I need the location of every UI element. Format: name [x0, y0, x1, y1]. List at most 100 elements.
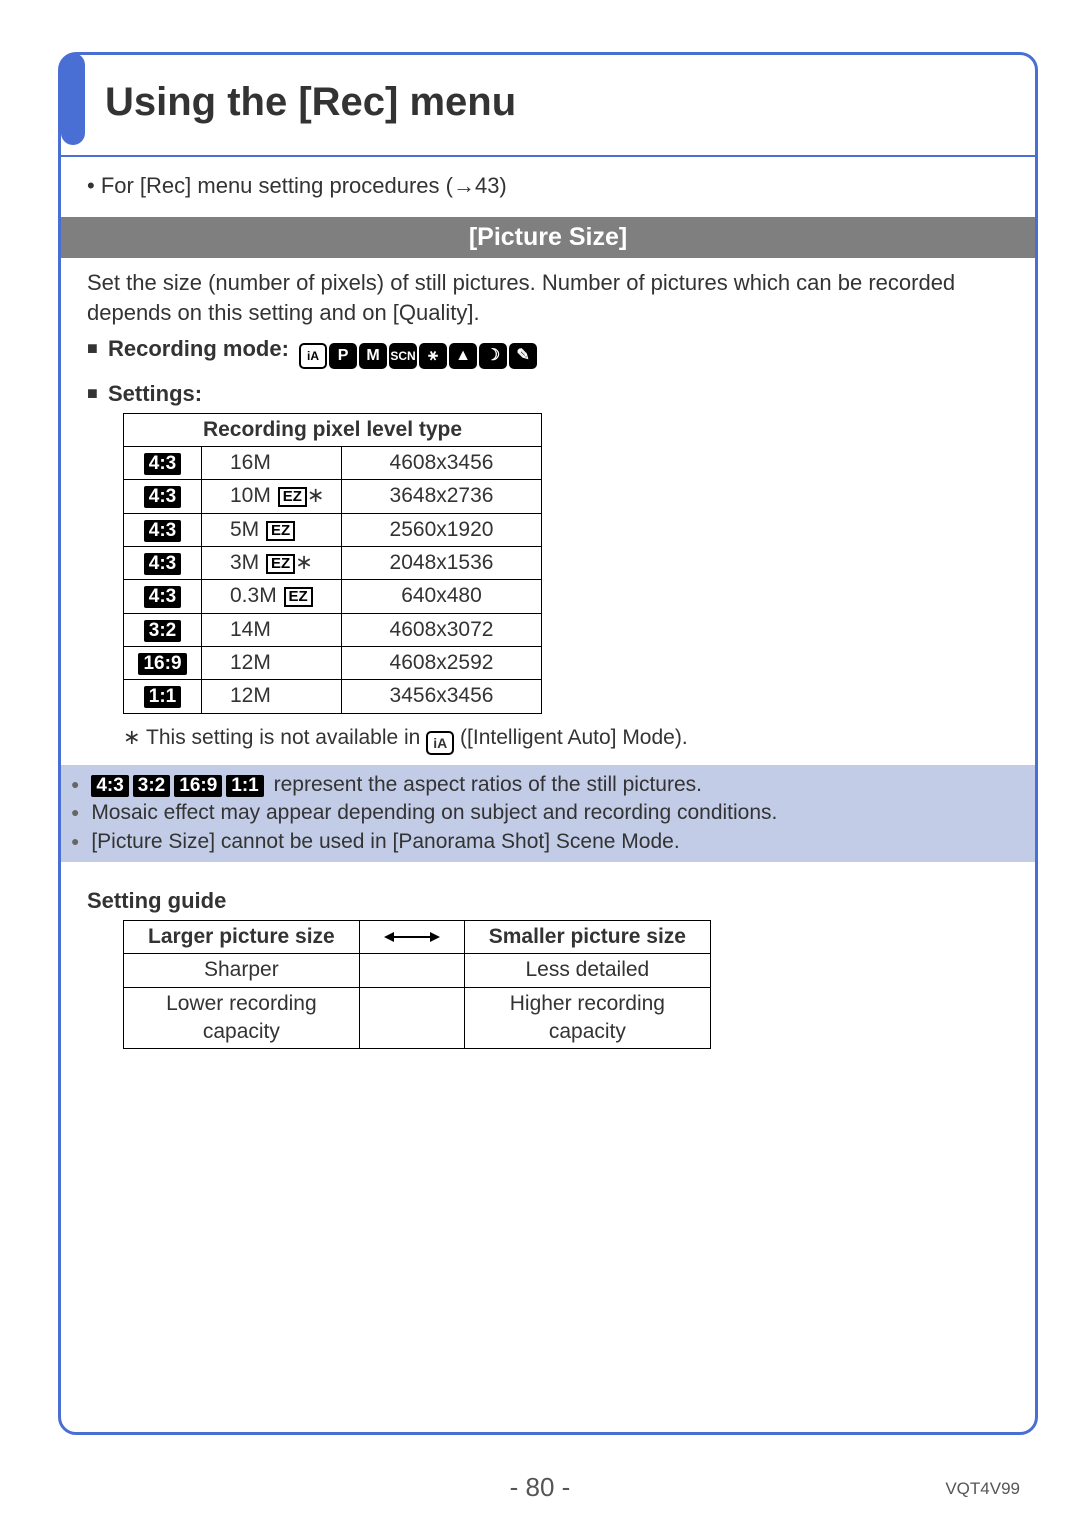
square-bullet-icon: ■ — [87, 383, 98, 403]
resolution-cell: 3648x2736 — [342, 480, 542, 513]
footnote-suffix: ([Intelligent Auto] Mode). — [460, 726, 688, 749]
guide-cell-spacer — [359, 954, 464, 987]
callout-line3: ● [Picture Size] cannot be used in [Pano… — [71, 828, 1025, 856]
circle-bullet-icon: ● — [71, 776, 79, 792]
mode-creative-icon: ✎ — [509, 343, 537, 369]
callout-line3-text: [Picture Size] cannot be used in [Panora… — [91, 830, 679, 853]
size-cell: 14M — [202, 613, 342, 646]
resolution-cell: 640x480 — [342, 580, 542, 613]
aspect-badge: 4:3 — [144, 453, 181, 475]
aspect-cell: 4:3 — [124, 446, 202, 479]
info-callout: ● 4:33:216:91:1 represent the aspect rat… — [61, 765, 1035, 862]
guide-head-left: Larger picture size — [124, 920, 360, 953]
recording-mode-label: Recording mode: — [108, 336, 289, 361]
mode-icons: iA P M SCN ⚹ ▲ ☽ ✎ — [299, 343, 537, 369]
circle-bullet-icon: ● — [71, 833, 79, 849]
size-cell: 5M EZ — [202, 513, 342, 546]
mode-scn-icon: SCN — [389, 343, 417, 369]
section-description: Set the size (number of pixels) of still… — [87, 268, 1009, 327]
resolution-cell: 3456x3456 — [342, 680, 542, 713]
setting-guide-table: Larger picture size Smaller picture size… — [123, 920, 711, 1049]
settings-header: ■ Settings: — [87, 379, 1009, 409]
resolution-cell: 4608x3072 — [342, 613, 542, 646]
aspect-cell: 4:3 — [124, 546, 202, 579]
callout-line2: ● Mosaic effect may appear depending on … — [71, 799, 1025, 827]
guide-cell-spacer — [359, 987, 464, 1049]
intro-line: • For [Rec] menu setting procedures (→43… — [87, 171, 1009, 201]
double-arrow-icon — [384, 929, 440, 945]
page-title: Using the [Rec] menu — [105, 75, 516, 139]
size-cell: 0.3M EZ — [202, 580, 342, 613]
resolution-cell: 2048x1536 — [342, 546, 542, 579]
guide-head-right: Smaller picture size — [464, 920, 710, 953]
table-row: 3:2 14M 4608x3072 — [124, 613, 542, 646]
ez-badge-icon: EZ — [266, 554, 295, 574]
aspect-badge: 4:3 — [91, 775, 128, 797]
table-row: 4:3 0.3M EZ640x480 — [124, 580, 542, 613]
guide-cell-left: Lower recordingcapacity — [124, 987, 360, 1049]
guide-cell-right: Less detailed — [464, 954, 710, 987]
table-row: 16:912M 4608x2592 — [124, 647, 542, 680]
resolution-cell: 4608x2592 — [342, 647, 542, 680]
aspect-badge: 3:2 — [144, 620, 181, 642]
settings-label: Settings: — [108, 381, 202, 406]
callout-line1-suffix: represent the aspect ratios of the still… — [274, 773, 702, 796]
square-bullet-icon: ■ — [87, 338, 98, 358]
aspect-cell: 1:1 — [124, 680, 202, 713]
size-cell: 3M EZ∗ — [202, 546, 342, 579]
mode-p-icon: P — [329, 343, 357, 369]
mode-sports-icon: ⚹ — [419, 343, 447, 369]
pixel-level-table: Recording pixel level type 4:3 16M 4608x3… — [123, 413, 542, 714]
resolution-cell: 4608x3456 — [342, 446, 542, 479]
mode-night-icon: ☽ — [479, 343, 507, 369]
mode-landscape-icon: ▲ — [449, 343, 477, 369]
aspect-badge: 3:2 — [133, 775, 170, 797]
aspect-badge: 4:3 — [144, 553, 181, 575]
aspect-badge: 1:1 — [144, 686, 181, 708]
table-row: 4:3 16M 4608x3456 — [124, 446, 542, 479]
guide-cell-right: Higher recordingcapacity — [464, 987, 710, 1049]
aspect-badge: 4:3 — [144, 486, 181, 508]
size-cell: 10M EZ∗ — [202, 480, 342, 513]
ez-badge-icon: EZ — [284, 587, 313, 607]
callout-line1: ● 4:33:216:91:1 represent the aspect rat… — [71, 771, 1025, 799]
aspect-badge: 1:1 — [226, 775, 263, 797]
title-accent-tab — [61, 53, 85, 145]
callout-line2-text: Mosaic effect may appear depending on su… — [91, 801, 777, 824]
aspect-cell: 16:9 — [124, 647, 202, 680]
aspect-badge: 4:3 — [144, 586, 181, 608]
page-number: - 80 - — [0, 1470, 1080, 1505]
ez-badge-icon: EZ — [266, 521, 295, 541]
table-row: 4:3 3M EZ∗2048x1536 — [124, 546, 542, 579]
page-frame: Using the [Rec] menu • For [Rec] menu se… — [58, 52, 1038, 1435]
size-cell: 12M — [202, 680, 342, 713]
recording-mode-row: ■ Recording mode: iA P M SCN ⚹ ▲ ☽ ✎ — [87, 334, 1009, 369]
pixel-table-header: Recording pixel level type — [124, 413, 542, 446]
aspect-cell: 4:3 — [124, 480, 202, 513]
circle-bullet-icon: ● — [71, 804, 79, 820]
aspect-cell: 4:3 — [124, 513, 202, 546]
aspect-cell: 4:3 — [124, 580, 202, 613]
section-heading: [Picture Size] — [61, 217, 1035, 259]
setting-guide-title: Setting guide — [87, 886, 1009, 916]
table-row: 1:1 12M 3456x3456 — [124, 680, 542, 713]
footnote: ∗ This setting is not available in iA ([… — [123, 724, 1009, 755]
mode-ia-icon: iA — [299, 343, 327, 369]
aspect-cell: 3:2 — [124, 613, 202, 646]
aspect-badge: 4:3 — [144, 520, 181, 542]
table-row: 4:3 10M EZ∗3648x2736 — [124, 480, 542, 513]
guide-cell-left: Sharper — [124, 954, 360, 987]
table-row: 4:3 5M EZ2560x1920 — [124, 513, 542, 546]
document-id: VQT4V99 — [945, 1478, 1020, 1501]
table-row: Sharper Less detailed — [124, 954, 711, 987]
title-container: Using the [Rec] menu — [61, 55, 1035, 155]
footnote-prefix: ∗ This setting is not available in — [123, 726, 426, 749]
guide-head-arrow — [359, 920, 464, 953]
aspect-badge: 16:9 — [174, 775, 222, 797]
ez-badge-icon: EZ — [278, 487, 307, 507]
ia-mode-icon: iA — [426, 731, 454, 755]
resolution-cell: 2560x1920 — [342, 513, 542, 546]
size-cell: 16M — [202, 446, 342, 479]
aspect-badge: 16:9 — [138, 653, 186, 675]
mode-m-icon: M — [359, 343, 387, 369]
